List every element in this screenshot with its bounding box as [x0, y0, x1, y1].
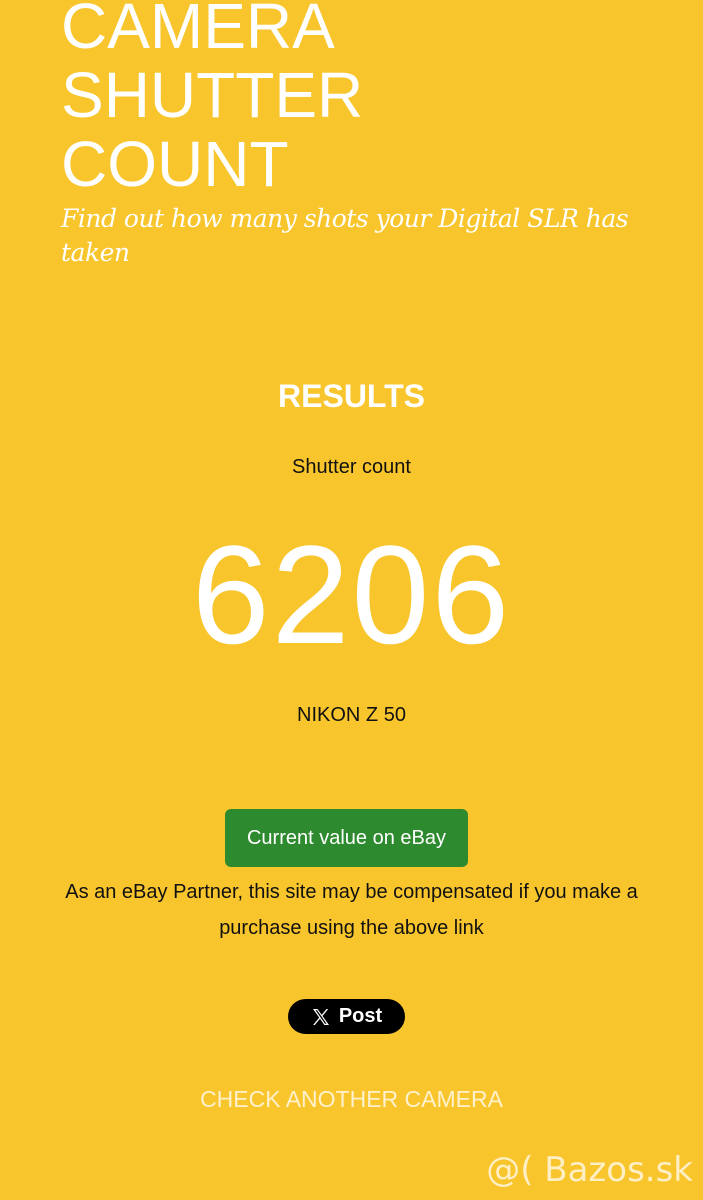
ebay-disclaimer: As an eBay Partner, this site may be com… — [65, 881, 638, 939]
bazos-watermark: @( Bazos.sk — [486, 1150, 693, 1190]
post-label: Post — [338, 1005, 383, 1027]
x-logo-icon — [311, 1007, 331, 1027]
camera-model: NIKON Z 50 — [297, 704, 406, 726]
shutter-count-value: 6206 — [191, 516, 512, 673]
page-title: CAMERA SHUTTER COUNT — [61, 0, 363, 199]
ebay-value-button[interactable]: Current value on eBay — [225, 809, 468, 867]
title-line-2: SHUTTER — [61, 59, 364, 131]
results-heading: RESULTS — [278, 378, 425, 414]
shutter-count-label: Shutter count — [292, 456, 411, 478]
x-post-button[interactable]: Post — [288, 999, 405, 1034]
title-line-1: CAMERA — [61, 0, 335, 62]
page-subtitle: Find out how many shots your Digital SLR… — [61, 204, 629, 267]
check-another-camera-link[interactable]: CHECK ANOTHER CAMERA — [0, 1083, 703, 1115]
title-line-3: COUNT — [61, 128, 289, 200]
